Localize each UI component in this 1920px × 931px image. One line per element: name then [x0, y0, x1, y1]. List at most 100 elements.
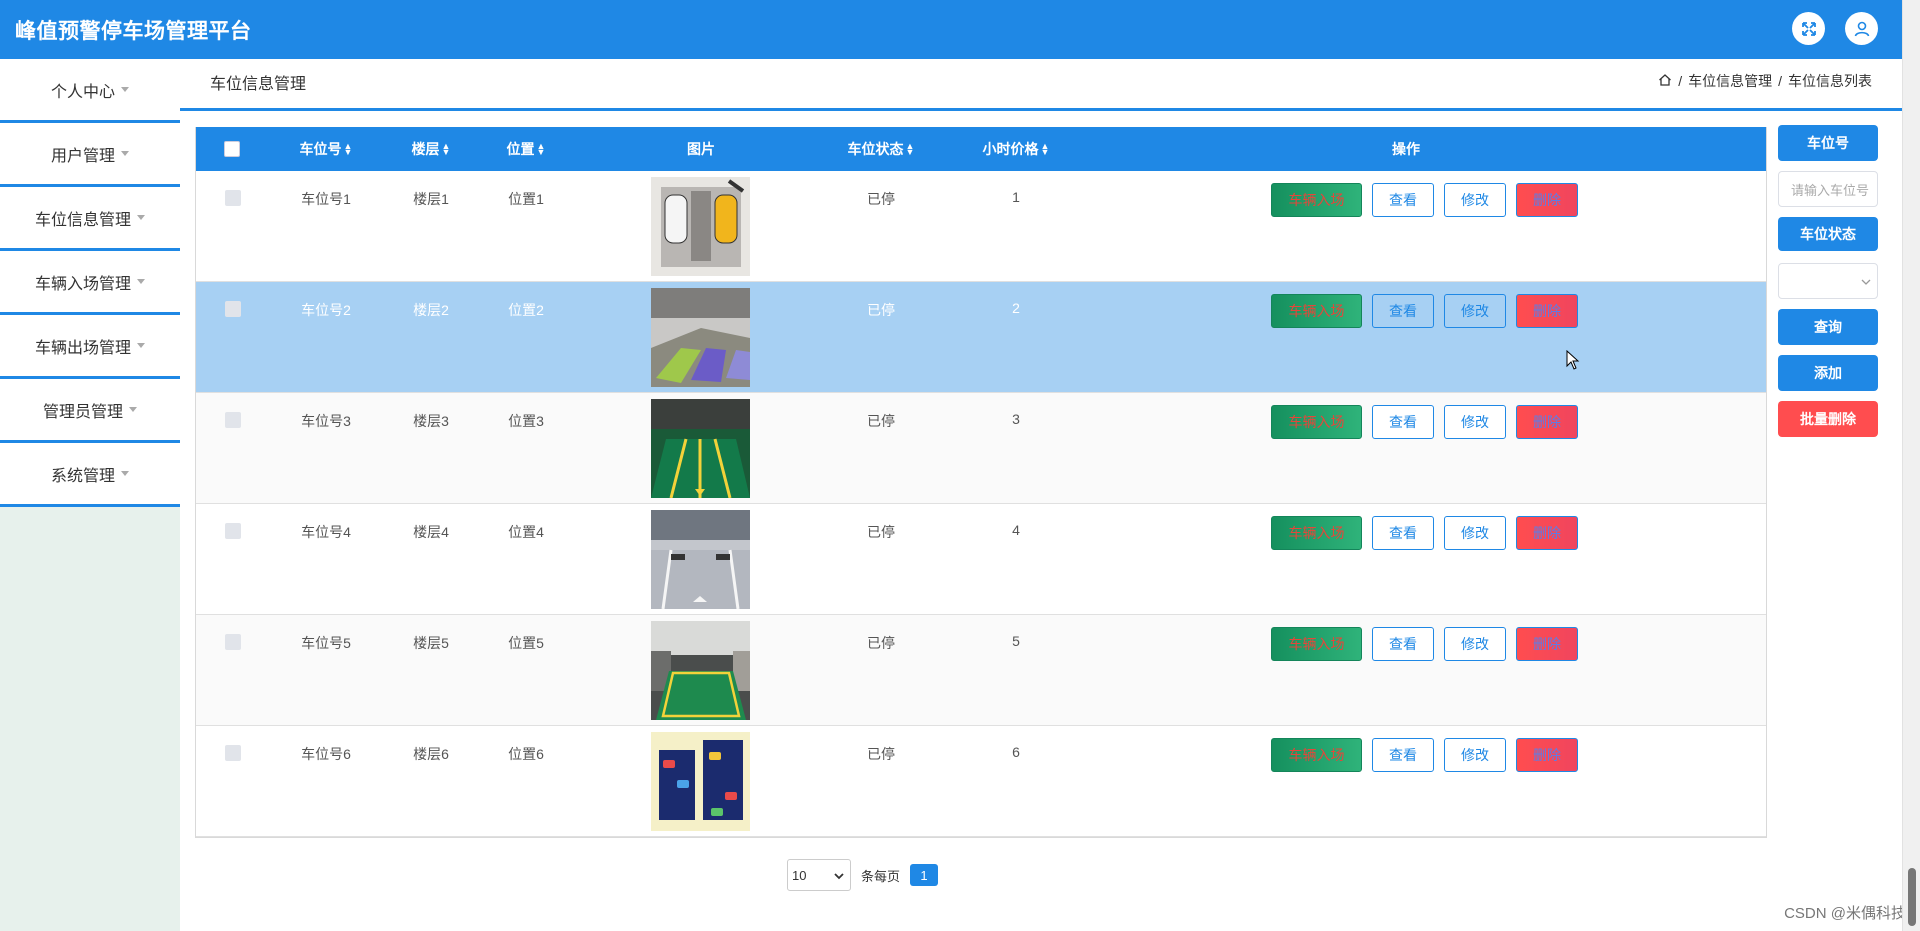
sidebar-item-vehicle-exit[interactable]: 车辆出场管理 [0, 315, 180, 379]
delete-button[interactable]: 删除 [1516, 516, 1578, 550]
cell-floor: 楼层1 [413, 191, 449, 207]
breadcrumb-separator: / [1678, 73, 1683, 89]
select-all-checkbox[interactable] [224, 141, 240, 157]
user-icon[interactable] [1845, 12, 1878, 45]
page-size-select[interactable]: 10 [787, 859, 851, 891]
delete-button[interactable]: 删除 [1516, 405, 1578, 439]
vehicle-entry-button[interactable]: 车辆入场 [1271, 405, 1362, 439]
table-row[interactable]: 车位号1 楼层1 位置1 已停 1 车辆入场 查看 修改 删除 [196, 171, 1766, 282]
query-button[interactable]: 查询 [1778, 309, 1878, 345]
batch-delete-button[interactable]: 批量删除 [1778, 401, 1878, 437]
spot-thumbnail[interactable] [651, 510, 750, 609]
sidebar-item-personal-center[interactable]: 个人中心 [0, 59, 180, 123]
cell-floor: 楼层5 [413, 635, 449, 651]
breadcrumb-item[interactable]: 车位信息管理 [1688, 71, 1772, 91]
spot-thumbnail[interactable] [651, 177, 750, 276]
table-row[interactable]: 车位号3 楼层3 位置3 已停 3 车辆入场 查看 修改 删除 [196, 393, 1766, 504]
column-image: 图片 [661, 127, 741, 171]
cell-status: 已停 [867, 191, 895, 207]
sidebar-item-admins[interactable]: 管理员管理 [0, 379, 180, 443]
chevron-down-icon [121, 471, 129, 476]
row-checkbox[interactable] [225, 301, 241, 317]
vehicle-entry-button[interactable]: 车辆入场 [1271, 627, 1362, 661]
cell-position: 位置4 [508, 524, 544, 540]
cell-position: 位置2 [508, 302, 544, 318]
fullscreen-icon[interactable] [1792, 12, 1825, 45]
edit-button[interactable]: 修改 [1444, 294, 1506, 328]
table-row[interactable]: 车位号6 楼层6 位置6 已停 6 车辆入场 查看 修改 删除 [196, 726, 1766, 837]
delete-button[interactable]: 删除 [1516, 627, 1578, 661]
edit-button[interactable]: 修改 [1444, 627, 1506, 661]
cell-status: 已停 [867, 635, 895, 651]
spot-table: 车位号 ▲ ▼ 楼层 ▲ ▼ 位置 ▲ ▼ 图片 车位状态 ▲ ▼ 小时价格 ▲ ▼ 操作 车位号1… [195, 127, 1767, 838]
vehicle-entry-button[interactable]: 车辆入场 [1271, 183, 1362, 217]
spot-status-select[interactable] [1778, 263, 1878, 299]
sidebar-item-label: 车位信息管理 [34, 211, 131, 229]
row-checkbox[interactable] [225, 412, 241, 428]
column-price[interactable]: 小时价格 ▲ ▼ [976, 127, 1056, 171]
row-checkbox[interactable] [225, 745, 241, 761]
sidebar-item-users[interactable]: 用户管理 [0, 123, 180, 187]
sidebar-item-label: 车辆出场管理 [34, 339, 131, 357]
cell-spot-no: 车位号2 [301, 302, 351, 318]
vehicle-entry-button[interactable]: 车辆入场 [1271, 294, 1362, 328]
column-position[interactable]: 位置 ▲ ▼ [496, 127, 556, 171]
spot-thumbnail[interactable] [651, 399, 750, 498]
main-content: 车位信息管理 / 车位信息管理 / 车位信息列表 车位号 ▲ ▼ 楼层 ▲ ▼ 位置 ▲ ▼… [180, 59, 1902, 931]
cell-spot-no: 车位号5 [301, 635, 351, 651]
view-button[interactable]: 查看 [1372, 405, 1434, 439]
spot-thumbnail[interactable] [651, 732, 750, 831]
sidebar-item-label: 用户管理 [50, 147, 115, 165]
delete-button[interactable]: 删除 [1516, 294, 1578, 328]
search-panel: 车位号 请输入车位号 车位状态 查询 添加 批量删除 [1778, 125, 1878, 437]
sidebar-item-label: 管理员管理 [42, 403, 123, 421]
edit-button[interactable]: 修改 [1444, 738, 1506, 772]
table-row[interactable]: 车位号5 楼层5 位置5 已停 5 车辆入场 查看 修改 删除 [196, 615, 1766, 726]
row-checkbox[interactable] [225, 190, 241, 206]
spot-no-input[interactable]: 请输入车位号 [1778, 171, 1878, 207]
spot-no-label: 车位号 [1778, 125, 1878, 161]
table-row[interactable]: 车位号2 楼层2 位置2 已停 2 车辆入场 查看 修改 删除 [196, 282, 1766, 393]
sidebar-item-vehicle-entry[interactable]: 车辆入场管理 [0, 251, 180, 315]
sidebar-item-system[interactable]: 系统管理 [0, 443, 180, 507]
edit-button[interactable]: 修改 [1444, 183, 1506, 217]
home-icon[interactable] [1658, 73, 1672, 90]
column-status[interactable]: 车位状态 ▲ ▼ [841, 127, 921, 171]
view-button[interactable]: 查看 [1372, 738, 1434, 772]
edit-button[interactable]: 修改 [1444, 516, 1506, 550]
breadcrumb-separator: / [1778, 73, 1782, 89]
cell-status: 已停 [867, 746, 895, 762]
cell-floor: 楼层2 [413, 302, 449, 318]
spot-thumbnail[interactable] [651, 621, 750, 720]
cell-floor: 楼层4 [413, 524, 449, 540]
row-checkbox[interactable] [225, 523, 241, 539]
page-size-value: 10 [792, 867, 807, 883]
row-checkbox[interactable] [225, 634, 241, 650]
column-spot-no[interactable]: 车位号 ▲ ▼ [291, 127, 361, 171]
delete-button[interactable]: 删除 [1516, 183, 1578, 217]
view-button[interactable]: 查看 [1372, 516, 1434, 550]
cell-price: 1 [1012, 189, 1020, 205]
edit-button[interactable]: 修改 [1444, 405, 1506, 439]
per-page-label: 条每页 [861, 868, 901, 884]
column-label: 车位状态 [847, 141, 904, 157]
delete-button[interactable]: 删除 [1516, 738, 1578, 772]
vehicle-entry-button[interactable]: 车辆入场 [1271, 516, 1362, 550]
table-row[interactable]: 车位号4 楼层4 位置4 已停 4 车辆入场 查看 修改 删除 [196, 504, 1766, 615]
watermark: CSDN @米偶科技 [1784, 905, 1906, 922]
add-button[interactable]: 添加 [1778, 355, 1878, 391]
page-scrollbar[interactable] [1902, 0, 1920, 931]
cell-status: 已停 [867, 413, 895, 429]
scrollbar-thumb[interactable] [1908, 868, 1916, 926]
cell-floor: 楼层3 [413, 413, 449, 429]
sidebar-item-spot-info[interactable]: 车位信息管理 [0, 187, 180, 251]
spot-status-label: 车位状态 [1778, 217, 1878, 251]
column-floor[interactable]: 楼层 ▲ ▼ [401, 127, 461, 171]
vehicle-entry-button[interactable]: 车辆入场 [1271, 738, 1362, 772]
view-button[interactable]: 查看 [1372, 294, 1434, 328]
spot-thumbnail[interactable] [651, 288, 750, 387]
top-header: 峰值预警停车场管理平台 [0, 0, 1902, 59]
view-button[interactable]: 查看 [1372, 183, 1434, 217]
view-button[interactable]: 查看 [1372, 627, 1434, 661]
page-button-current[interactable]: 1 [910, 864, 939, 886]
